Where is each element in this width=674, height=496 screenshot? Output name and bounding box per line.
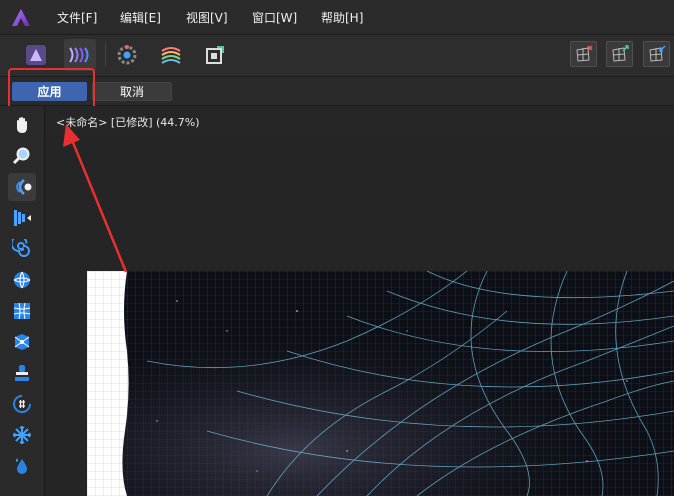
canvas-area[interactable] [45, 136, 674, 496]
context-toolbar: 应用 取消 [0, 77, 674, 106]
toolbar-separator [105, 43, 106, 67]
mesh-add-icon[interactable] [606, 41, 633, 67]
pinch-tool-icon[interactable] [8, 266, 36, 294]
hand-tool-icon[interactable] [8, 111, 36, 139]
menu-edit[interactable]: 编辑[E] [120, 9, 161, 26]
freeze-tool-icon[interactable] [8, 359, 36, 387]
menu-file[interactable]: 文件[F] [57, 9, 97, 26]
develop-persona-icon[interactable] [111, 39, 143, 71]
thaw-tool-icon[interactable] [8, 390, 36, 418]
export-persona-icon[interactable] [199, 39, 231, 71]
turbulence-tool-icon[interactable] [8, 452, 36, 480]
mesh-reset-icon[interactable] [643, 41, 670, 67]
mesh-clone-tool-icon[interactable] [8, 297, 36, 325]
affinity-photo-logo-icon[interactable] [10, 6, 32, 28]
menu-bar: 文件[F] 编辑[E] 视图[V] 窗口[W] 帮助[H] [0, 0, 674, 35]
tools-panel [0, 106, 45, 496]
mesh-remove-icon[interactable] [570, 41, 597, 67]
reconstruct-tool-icon[interactable] [8, 421, 36, 449]
menu-window[interactable]: 窗口[W] [252, 9, 297, 26]
liquify-persona-icon[interactable] [64, 39, 96, 71]
push-left-tool-icon[interactable] [8, 204, 36, 232]
menu-view[interactable]: 视图[V] [186, 9, 228, 26]
zoom-tool-icon[interactable] [8, 142, 36, 170]
liquify-mesh-image[interactable] [87, 271, 674, 496]
photo-persona-icon[interactable] [20, 39, 52, 71]
apply-button[interactable]: 应用 [12, 82, 87, 101]
document-title[interactable]: <未命名> [已修改] (44.7%) [56, 114, 200, 130]
menu-help[interactable]: 帮助[H] [321, 9, 363, 26]
document-tab-bar: <未命名> [已修改] (44.7%) [45, 106, 674, 136]
mesh-pin-tool-icon[interactable] [8, 328, 36, 356]
tone-mapping-persona-icon[interactable] [155, 39, 187, 71]
persona-toolbar [0, 35, 674, 77]
push-forward-tool-icon[interactable] [8, 173, 36, 201]
twirl-tool-icon[interactable] [8, 235, 36, 263]
cancel-button[interactable]: 取消 [92, 82, 172, 101]
